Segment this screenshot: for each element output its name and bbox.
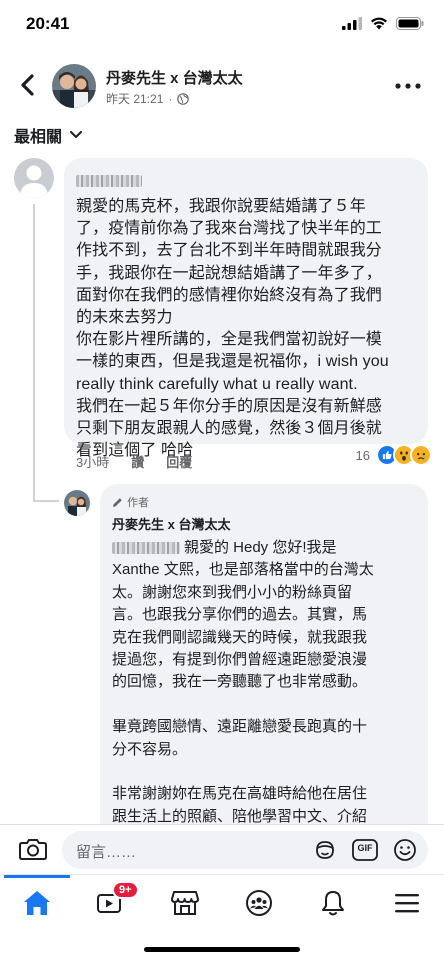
signal-icon xyxy=(342,17,362,30)
status-bar: 20:41 xyxy=(0,0,444,50)
reply-author-avatar[interactable] xyxy=(64,490,90,516)
more-options-button[interactable] xyxy=(392,74,424,98)
chevron-down-icon xyxy=(70,131,83,138)
wifi-icon xyxy=(371,17,387,30)
avatar-sticker-icon xyxy=(316,841,334,859)
comment-sort-dropdown[interactable]: 最相關 xyxy=(14,123,83,147)
thread-line xyxy=(33,500,59,502)
redacted-mention xyxy=(112,542,180,555)
chevron-left-icon xyxy=(21,74,34,96)
commenter-name-redacted[interactable] xyxy=(76,172,416,188)
home-indicator[interactable] xyxy=(144,947,300,952)
tab-home[interactable] xyxy=(12,885,62,921)
active-tab-indicator xyxy=(4,875,70,878)
post-header: 丹麥先生 x 台灣太太 昨天 21:21 · xyxy=(0,58,444,116)
page-name[interactable]: 丹麥先生 x 台灣太太 xyxy=(106,67,243,88)
back-button[interactable] xyxy=(14,70,40,100)
reply-button[interactable]: 回覆 xyxy=(166,452,192,471)
gif-button[interactable]: GIF xyxy=(352,837,378,863)
tab-marketplace[interactable] xyxy=(160,885,210,921)
gif-label: GIF xyxy=(357,843,373,853)
emoji-button[interactable] xyxy=(392,837,418,863)
camera-button[interactable] xyxy=(18,835,48,863)
author-badge: 作者 xyxy=(112,494,416,510)
home-icon xyxy=(24,891,50,915)
pencil-icon xyxy=(113,497,122,507)
author-badge-label: 作者 xyxy=(127,497,149,509)
globe-icon xyxy=(177,92,190,105)
default-avatar-icon xyxy=(14,158,54,198)
video-notification-badge: 9+ xyxy=(112,881,139,899)
page-avatar[interactable] xyxy=(52,64,96,108)
redacted-name xyxy=(76,174,142,187)
comment-input[interactable]: 留言…… GIF xyxy=(62,831,428,869)
sad-reaction-icon xyxy=(410,444,432,466)
comment-actions: 3小時 讚 回覆 xyxy=(76,452,192,471)
post-meta: 昨天 21:21 · xyxy=(106,90,190,107)
reply-bubble: 作者 丹麥先生 x 台灣太太 親愛的 Hedy 您好!我是 Xanthe 文熙，… xyxy=(100,484,428,824)
comment-placeholder: 留言…… xyxy=(76,844,137,861)
bell-icon xyxy=(322,891,344,916)
reply-text: 親愛的 Hedy 您好!我是 Xanthe 文熙，也是部落格當中的台灣太 太。謝… xyxy=(112,537,416,824)
reaction-summary[interactable]: 16 xyxy=(356,444,432,466)
reply-text-content: 親愛的 Hedy 您好!我是 Xanthe 文熙，也是部落格當中的台灣太 太。謝… xyxy=(112,539,374,824)
like-button[interactable]: 讚 xyxy=(131,452,144,471)
reaction-icons xyxy=(376,444,432,466)
comment-text: 親愛的馬克杯，我跟你說要結婚講了５年 了，疫情前你為了我來台灣找了快半年的工 作… xyxy=(76,198,389,460)
camera-icon xyxy=(19,839,47,860)
status-time: 20:41 xyxy=(26,14,70,33)
menu-icon xyxy=(395,894,419,913)
meta-separator: · xyxy=(168,91,173,106)
tab-notifications[interactable] xyxy=(308,885,358,921)
tab-video[interactable]: 9+ xyxy=(86,881,139,921)
more-dots-icon xyxy=(395,83,421,89)
thread-line xyxy=(33,204,35,502)
comment-time: 3小時 xyxy=(76,455,110,470)
sort-label: 最相關 xyxy=(14,129,63,146)
tab-groups[interactable] xyxy=(234,885,284,921)
avatar-sticker-button[interactable] xyxy=(312,837,338,863)
comment-bubble: 親愛的馬克杯，我跟你說要結婚講了５年 了，疫情前你為了我來台灣找了快半年的工 作… xyxy=(64,158,428,459)
marketplace-icon xyxy=(171,891,199,915)
tab-menu[interactable] xyxy=(382,885,432,921)
bottom-tab-bar: 9+ xyxy=(0,874,444,960)
status-icons xyxy=(342,17,424,30)
comment-composer: 留言…… GIF xyxy=(0,824,444,874)
emoji-icon xyxy=(394,839,416,861)
battery-icon xyxy=(396,17,424,30)
reaction-count: 16 xyxy=(355,447,370,463)
commenter-avatar[interactable] xyxy=(14,158,54,198)
reply-author-name[interactable]: 丹麥先生 x 台灣太太 xyxy=(112,514,416,533)
groups-icon xyxy=(246,890,272,916)
post-timestamp[interactable]: 昨天 21:21 xyxy=(106,90,163,107)
